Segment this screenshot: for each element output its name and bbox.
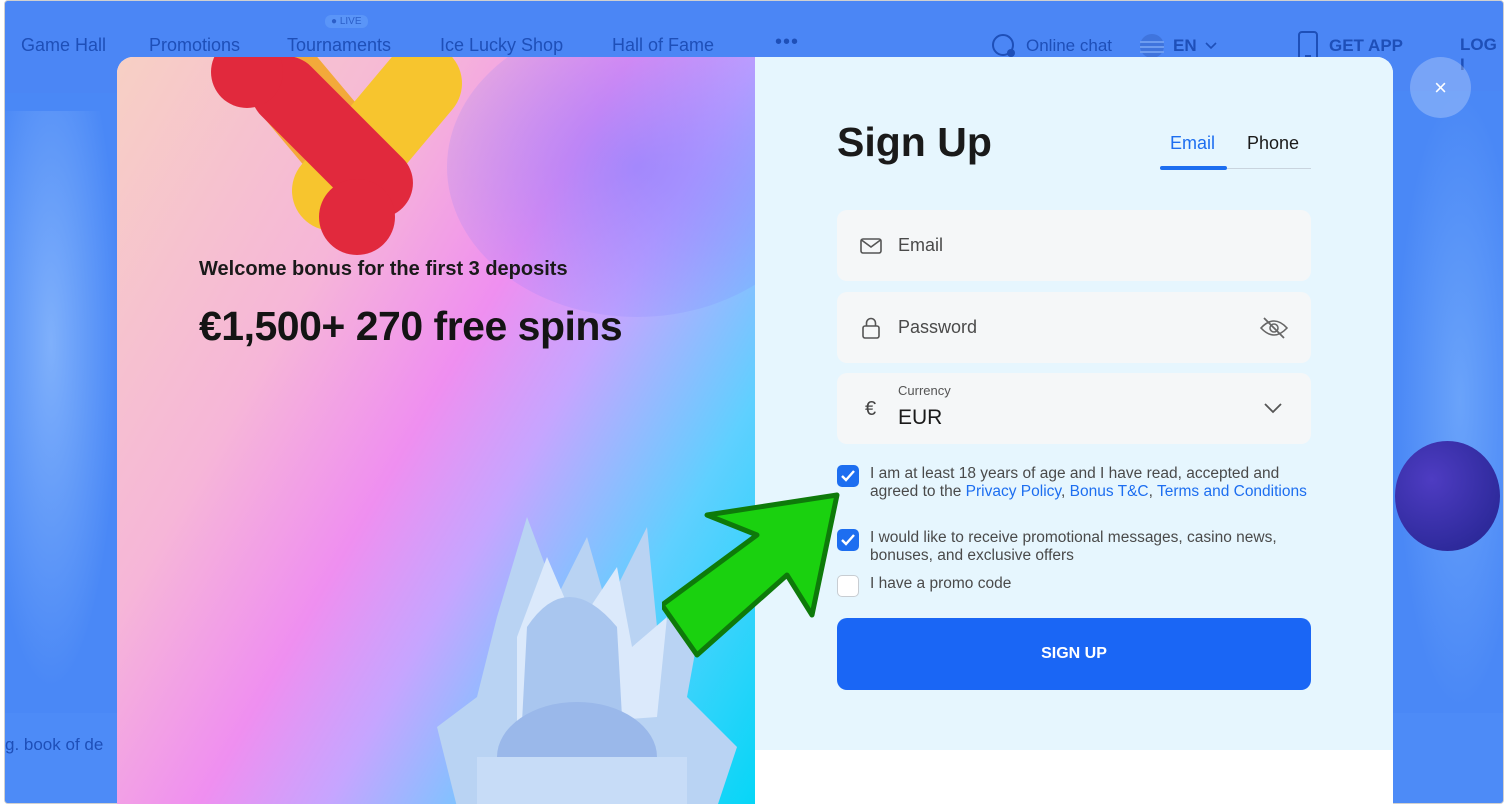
login-link[interactable]: LOG I [1460, 35, 1503, 75]
background-character-left [5, 111, 120, 691]
signup-title: Sign Up [837, 119, 992, 165]
get-app-label: GET APP [1329, 36, 1403, 55]
background-character-right [1395, 91, 1503, 711]
currency-label: Currency [898, 383, 951, 398]
separator: , [1061, 483, 1070, 500]
brand-logo-art [211, 57, 462, 255]
email-placeholder: Email [898, 235, 944, 255]
password-placeholder: Password [898, 317, 978, 337]
nav-game-hall[interactable]: Game Hall [21, 35, 106, 56]
promo-headline: €1,500+ 270 free spins [199, 303, 623, 349]
language-label: EN [1173, 36, 1197, 55]
more-menu-icon[interactable]: ••• [775, 31, 799, 54]
eye-off-icon[interactable] [1259, 316, 1289, 340]
currency-value: EUR [898, 406, 943, 429]
tab-phone[interactable]: Phone [1247, 133, 1299, 154]
currency-select[interactable]: € Currency EUR [837, 373, 1311, 444]
password-field[interactable]: Password [837, 292, 1311, 363]
chevron-down-icon [1264, 403, 1282, 414]
promo-code-text: I have a promo code [870, 575, 1012, 592]
signup-modal: Welcome bonus for the first 3 deposits €… [117, 57, 1393, 804]
search-placeholder-text[interactable]: g. book of de [5, 735, 103, 755]
signup-method-tabs: Email Phone [1160, 127, 1311, 171]
chevron-down-icon [1205, 42, 1217, 50]
green-arrow-annotation [662, 492, 840, 658]
envelope-icon [860, 238, 882, 254]
close-icon[interactable]: × [1410, 57, 1471, 118]
cherry-decoration [1395, 441, 1500, 551]
us-flag-icon [1140, 34, 1164, 58]
nav-promotions[interactable]: Promotions [149, 35, 240, 56]
chat-icon [992, 34, 1015, 57]
privacy-policy-link[interactable]: Privacy Policy [966, 483, 1061, 500]
signup-button[interactable]: SIGN UP [837, 618, 1311, 690]
age-consent-text: I am at least 18 years of age and I have… [870, 465, 1310, 501]
language-selector[interactable]: EN [1139, 33, 1217, 59]
terms-conditions-link[interactable]: Terms and Conditions [1157, 483, 1307, 500]
tab-email[interactable]: Email [1170, 133, 1215, 154]
email-field[interactable]: Email [837, 210, 1311, 281]
bonus-tc-link[interactable]: Bonus T&C [1070, 483, 1149, 500]
separator: , [1148, 483, 1157, 500]
nav-ice-lucky-shop[interactable]: Ice Lucky Shop [440, 35, 563, 56]
lock-icon [862, 317, 880, 339]
promo-messages-text: I would like to receive promotional mess… [870, 529, 1277, 564]
nav-hall-of-fame[interactable]: Hall of Fame [612, 35, 714, 56]
online-chat-link[interactable]: Online chat [990, 33, 1112, 59]
promo-subtitle: Welcome bonus for the first 3 deposits [199, 258, 568, 280]
promo-panel: Welcome bonus for the first 3 deposits €… [117, 57, 755, 804]
euro-icon: € [865, 398, 877, 420]
nav-tournaments[interactable]: Tournaments [287, 35, 391, 56]
form-footer-area [755, 750, 1393, 804]
online-chat-label: Online chat [1026, 36, 1112, 55]
live-badge: ● LIVE [325, 15, 368, 28]
active-tab-indicator [1160, 166, 1227, 170]
